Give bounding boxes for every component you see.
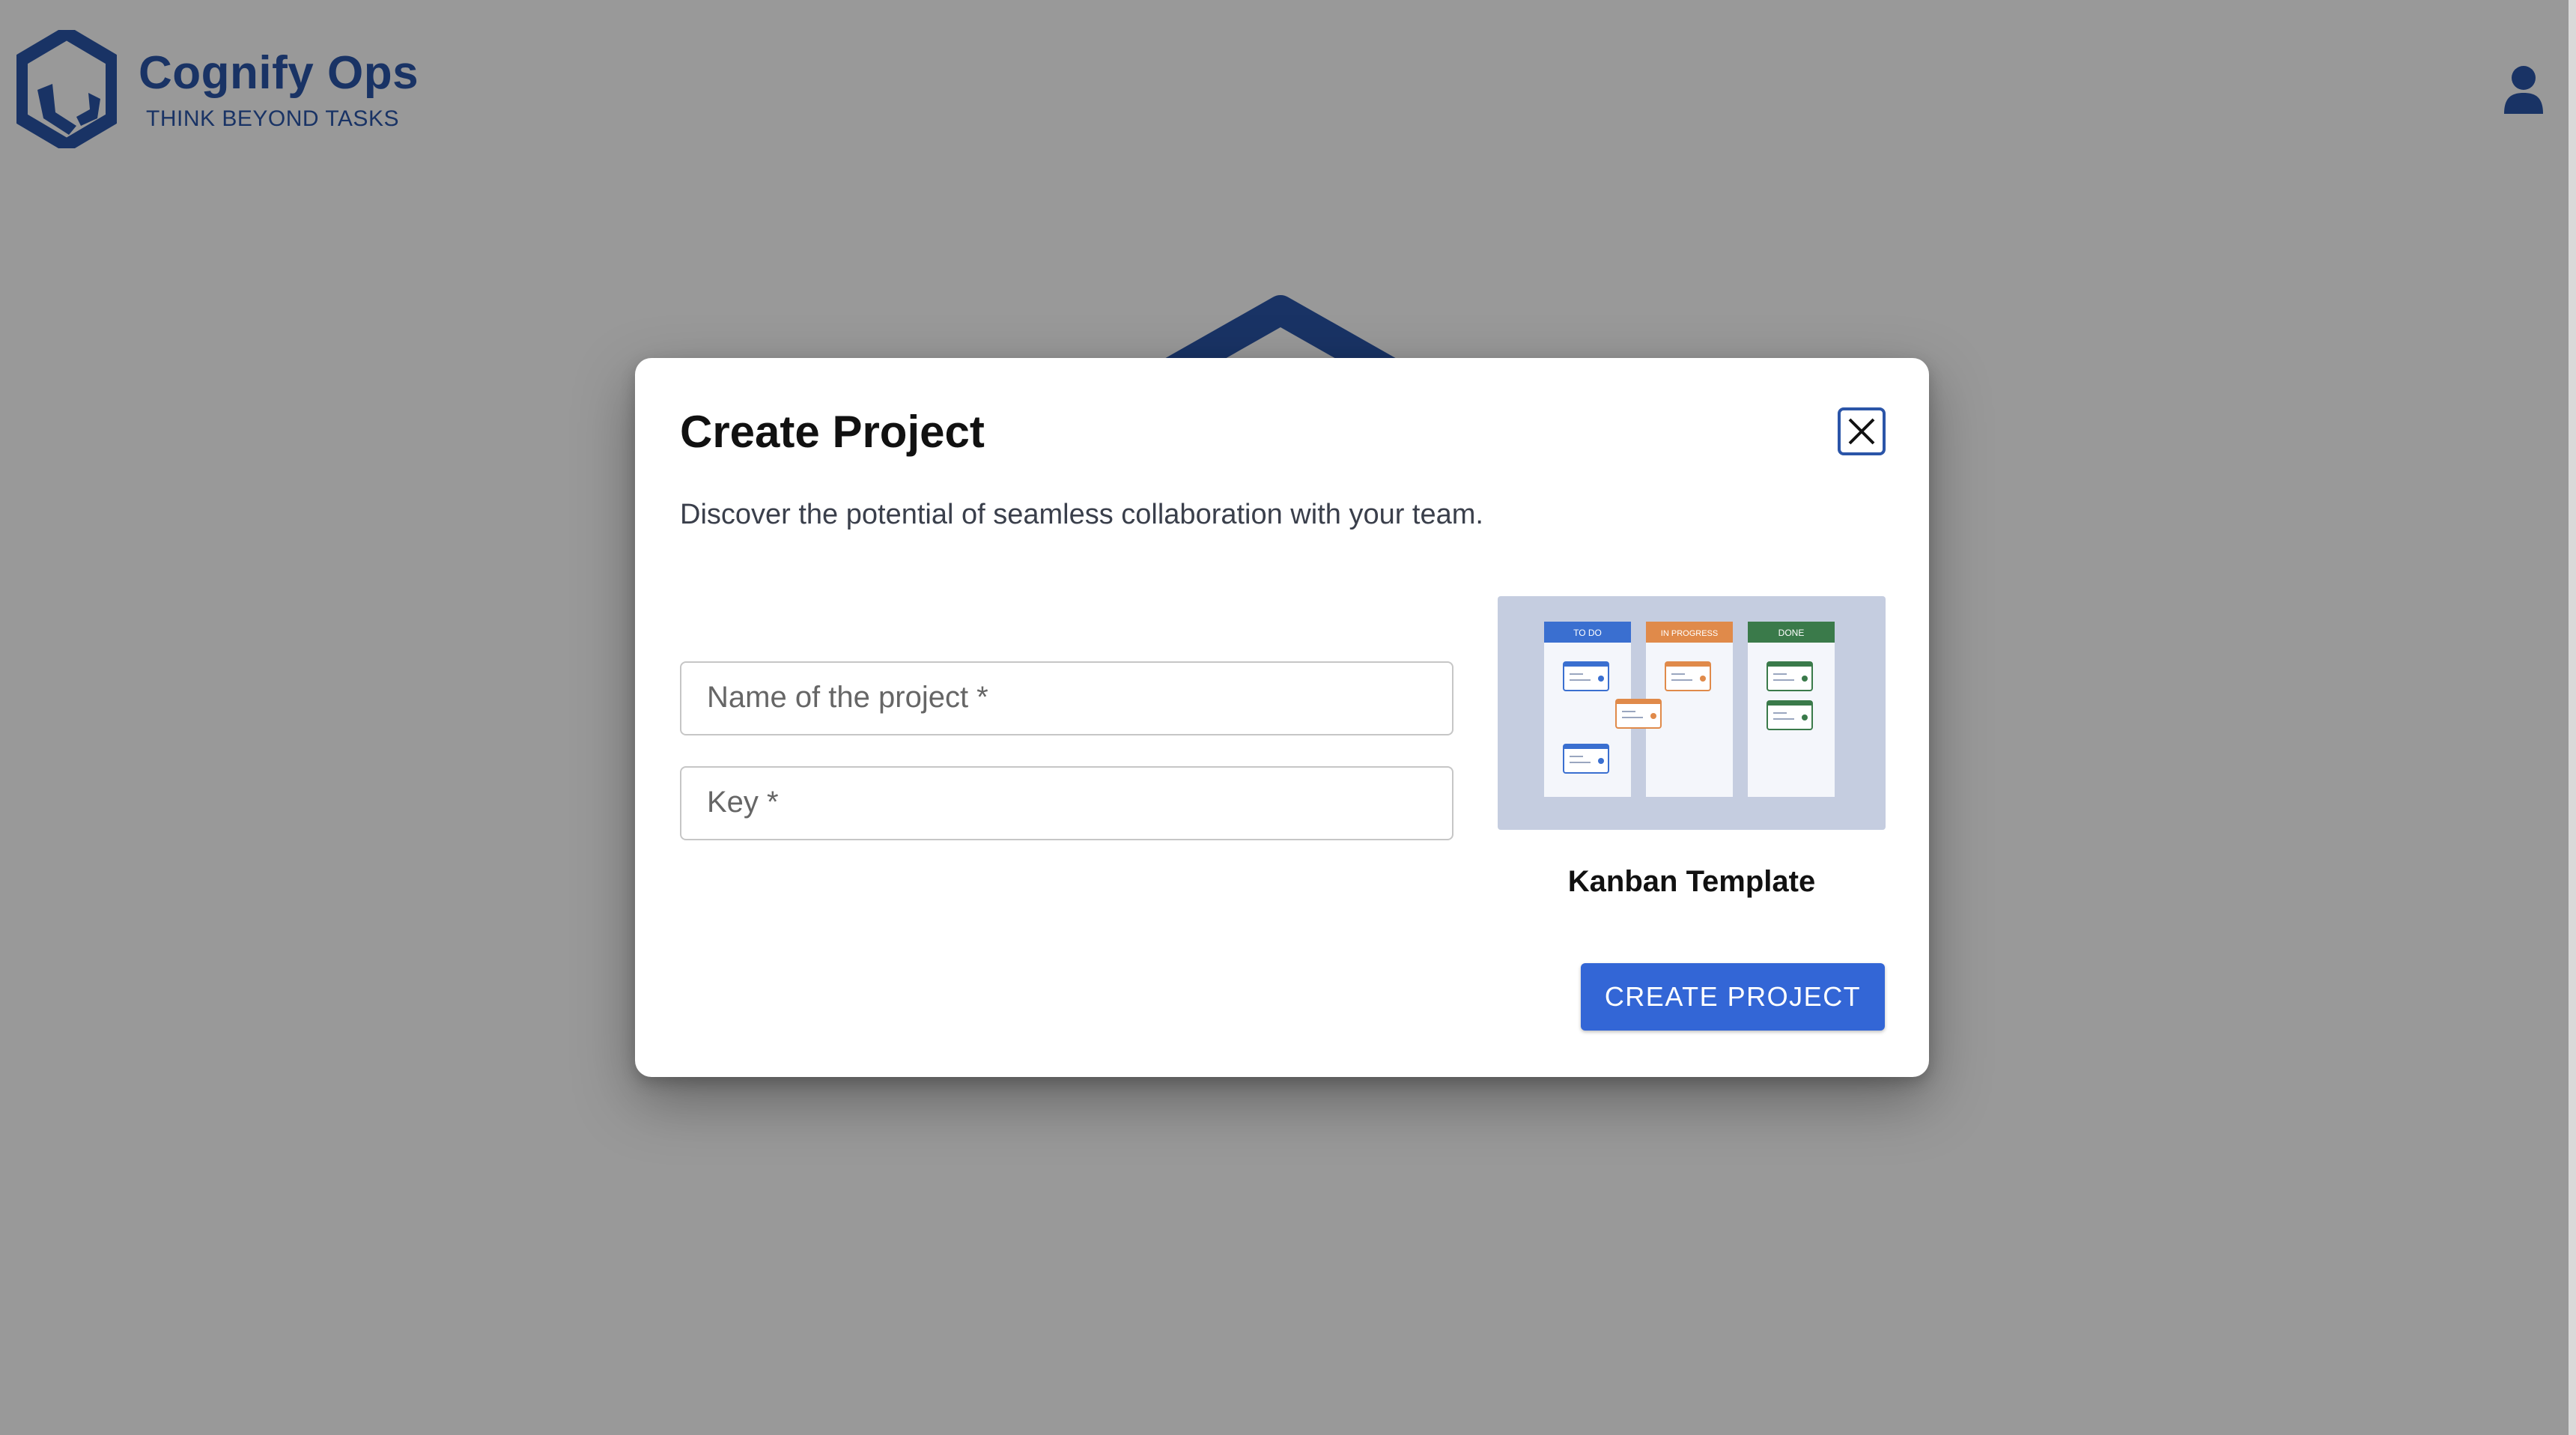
dialog-subtitle: Discover the potential of seamless colla… <box>680 499 1483 530</box>
mini-card <box>1767 700 1813 730</box>
create-project-button[interactable]: CREATE PROJECT <box>1581 963 1885 1031</box>
mini-card <box>1563 744 1609 774</box>
close-icon <box>1848 418 1875 445</box>
project-name-input[interactable] <box>681 663 1452 734</box>
column-label-todo: TO DO <box>1573 628 1602 638</box>
template-name: Kanban Template <box>1567 865 1816 898</box>
project-key-field: Key * <box>680 766 1453 840</box>
column-label-in-progress: IN PROGRESS <box>1661 629 1718 638</box>
mini-card <box>1767 661 1813 691</box>
kanban-template-preview: TO DO IN PROGRESS DONE <box>1544 622 1835 797</box>
dialog-title: Create Project <box>680 407 985 457</box>
mini-card <box>1665 661 1711 691</box>
scrollbar[interactable] <box>2569 0 2576 1435</box>
mini-card-dragging <box>1615 699 1662 729</box>
project-name-field: Name of the project * <box>680 661 1453 735</box>
create-project-dialog: Create Project Discover the potential of… <box>635 358 1929 1077</box>
column-label-done: DONE <box>1778 628 1805 638</box>
close-button[interactable] <box>1838 407 1886 455</box>
kanban-template-card[interactable]: TO DO IN PROGRESS DONE <box>1498 596 1886 830</box>
mini-card <box>1563 661 1609 691</box>
project-key-input[interactable] <box>681 768 1452 839</box>
